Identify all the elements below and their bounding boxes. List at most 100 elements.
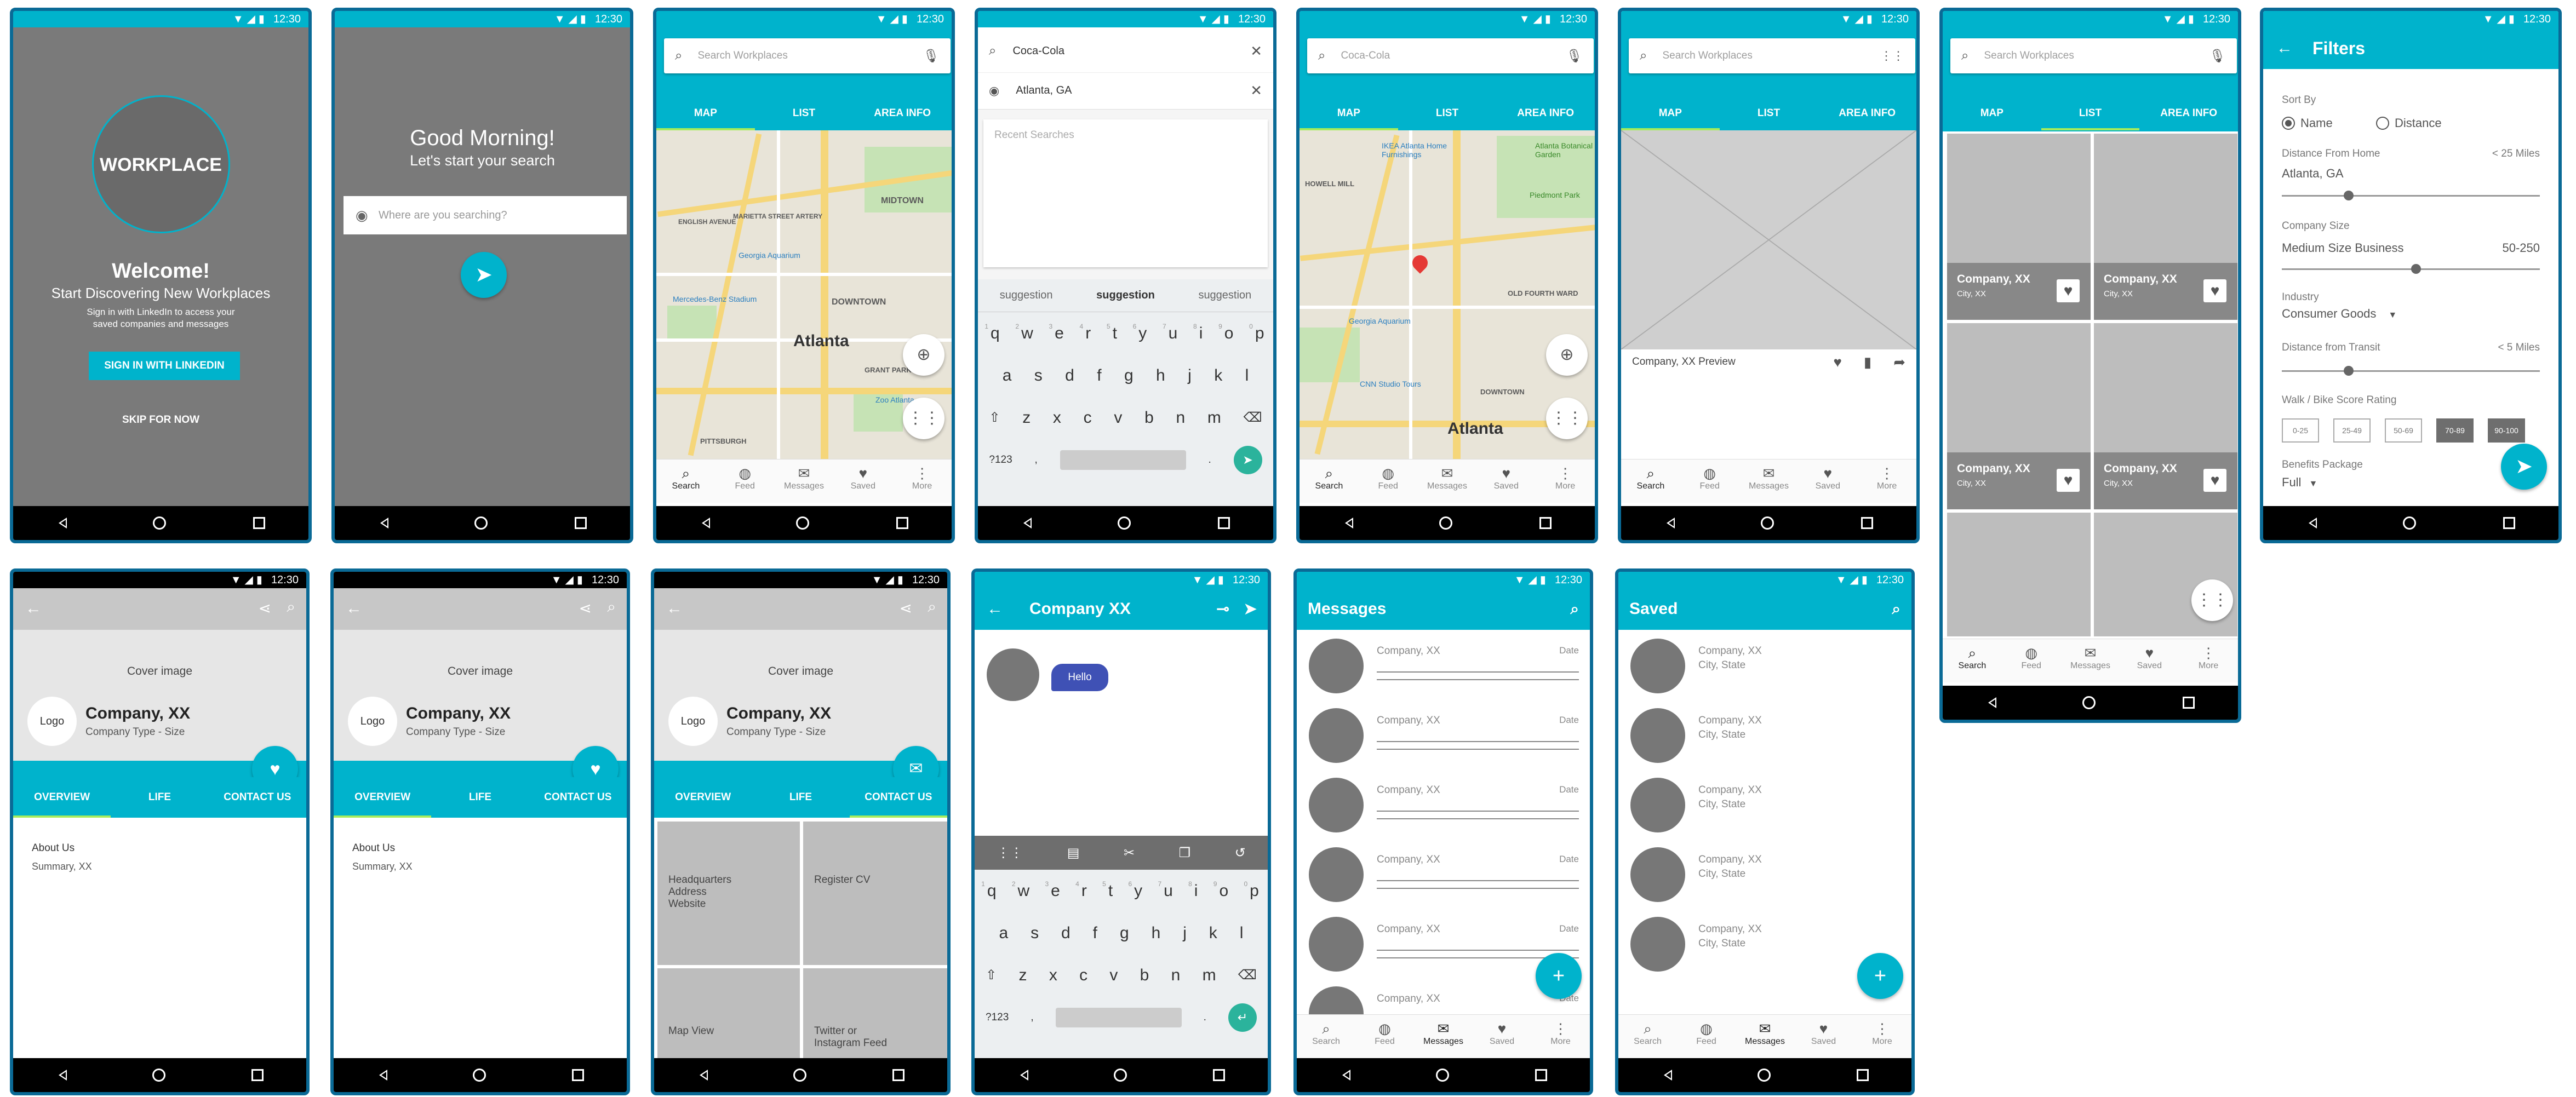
nav-saved[interactable]: ♥ Saved — [2120, 639, 2179, 682]
tab-map[interactable]: MAP — [1621, 96, 1720, 130]
nav-messages[interactable]: ✉ Messages — [775, 460, 834, 503]
share-icon[interactable]: ⋖ — [579, 599, 592, 617]
search-bar[interactable]: ⌕ Search Workplaces 🎙 — [664, 38, 951, 73]
heart-icon[interactable]: ♥ — [1833, 354, 1841, 371]
home-icon[interactable] — [472, 1069, 486, 1082]
send-icon[interactable]: ➤ — [1244, 588, 1257, 630]
back-arrow-icon[interactable]: ← — [2276, 27, 2293, 69]
contact-tile-register[interactable]: Register CV — [803, 822, 947, 965]
key-w[interactable]: 2w — [1012, 880, 1029, 900]
key-y[interactable]: 6y — [1133, 323, 1147, 343]
company-card[interactable]: Company, XX City, XX ♥ — [2094, 323, 2237, 509]
home-distance-slider[interactable] — [2282, 191, 2540, 200]
search-bar[interactable]: ⌕ Search Workplaces ⋮⋮ — [1629, 38, 1915, 73]
home-icon[interactable] — [1113, 1069, 1127, 1082]
nav-search[interactable]: ⌕ Search — [1618, 1015, 1677, 1058]
cut-icon[interactable]: ✂ — [1124, 845, 1135, 861]
period-key[interactable]: . — [1208, 454, 1211, 466]
tab-overview[interactable]: OVERVIEW — [654, 777, 752, 818]
copy-icon[interactable]: ❐ — [1179, 845, 1191, 861]
home-icon[interactable] — [793, 1069, 806, 1082]
tab-list[interactable]: LIST — [1398, 96, 1497, 130]
clear-icon[interactable]: ✕ — [1250, 82, 1262, 99]
nav-search[interactable]: ⌕ Search — [1300, 460, 1359, 503]
key-o[interactable]: 9o — [1218, 323, 1233, 343]
key-q[interactable]: 1q — [981, 880, 996, 900]
benefits-dropdown[interactable]: Full ▼ — [2282, 475, 2317, 490]
recents-icon[interactable] — [1861, 517, 1873, 529]
recents-icon[interactable] — [1856, 1069, 1869, 1081]
key-p[interactable]: 0p — [1244, 880, 1258, 900]
mic-icon[interactable]: 🎙 — [923, 48, 940, 64]
contact-tile-map[interactable]: Map View — [657, 968, 800, 1066]
chip-25-49[interactable]: 25-49 — [2333, 418, 2371, 443]
nav-more[interactable]: ⋮ More — [1531, 1015, 1590, 1058]
tab-overview[interactable]: OVERVIEW — [334, 777, 432, 818]
tab-list[interactable]: LIST — [2041, 96, 2140, 130]
comma-key[interactable]: , — [1031, 1012, 1033, 1024]
home-icon[interactable] — [1761, 516, 1774, 530]
numbers-key[interactable]: ?123 — [989, 454, 1012, 466]
nav-messages[interactable]: ✉ Messages — [1418, 460, 1477, 503]
key-j[interactable]: j — [1188, 366, 1192, 385]
tab-map[interactable]: MAP — [656, 96, 755, 130]
contact-tile-address[interactable]: Headquarters Address Website — [657, 822, 800, 965]
key-m[interactable]: m — [1203, 966, 1216, 985]
tab-area-info[interactable]: AREA INFO — [853, 96, 952, 130]
industry-dropdown[interactable]: Consumer Goods ▼ — [2282, 307, 2397, 321]
mic-icon[interactable]: 🎙 — [2209, 48, 2226, 64]
saved-row[interactable]: Company, XX City, State — [1618, 631, 1911, 700]
chip-50-69[interactable]: 50-69 — [2385, 418, 2422, 443]
shift-icon[interactable]: ⇧ — [986, 967, 997, 983]
saved-row[interactable]: Company, XX City, State — [1618, 840, 1911, 909]
back-icon[interactable] — [700, 516, 711, 530]
key-b[interactable]: b — [1140, 966, 1149, 985]
saved-row[interactable]: Company, XX City, State — [1618, 770, 1911, 840]
query-field[interactable]: ⌕ Coca-Cola ✕ — [978, 33, 1273, 69]
back-arrow-icon[interactable]: ← — [987, 588, 1003, 630]
company-card[interactable]: Company, XX City, XX ♥ — [2094, 134, 2237, 320]
grid-icon[interactable]: ⋮⋮ — [1880, 49, 1904, 63]
suggestion-1[interactable]: suggestion — [1000, 289, 1053, 302]
home-icon[interactable] — [1439, 516, 1453, 530]
key-v[interactable]: v — [1109, 966, 1118, 985]
key-b[interactable]: b — [1144, 409, 1154, 427]
key-f[interactable]: f — [1097, 366, 1101, 385]
tab-contact-us[interactable]: CONTACT US — [849, 777, 947, 818]
share-icon[interactable]: ⋖ — [900, 599, 912, 617]
back-icon[interactable] — [1021, 516, 1032, 530]
saved-row[interactable]: Company, XX City, State — [1618, 700, 1911, 770]
nav-feed[interactable]: ◍ Feed — [1677, 1015, 1736, 1058]
key-m[interactable]: m — [1207, 409, 1221, 427]
recents-icon[interactable] — [1539, 517, 1552, 529]
home-icon[interactable] — [474, 516, 488, 530]
key-g[interactable]: g — [1120, 924, 1129, 943]
mic-icon[interactable]: 🎙 — [1566, 48, 1583, 64]
add-saved-button[interactable]: + — [1857, 953, 1903, 999]
space-key[interactable] — [1055, 1007, 1182, 1027]
search-icon[interactable]: ⌕ — [1892, 588, 1900, 630]
key-z[interactable]: z — [1019, 966, 1027, 985]
recents-icon[interactable] — [251, 1069, 264, 1081]
recents-icon[interactable] — [253, 517, 265, 529]
linkedin-signin-button[interactable]: SIGN IN WITH LINKEDIN — [89, 352, 240, 380]
tab-contact-us[interactable]: CONTACT US — [209, 777, 306, 818]
search-icon[interactable]: ⌕ — [928, 598, 936, 616]
recents-icon[interactable] — [892, 1069, 905, 1081]
grid-button[interactable]: ⋮⋮ — [1546, 398, 1588, 439]
grid-button[interactable]: ⋮⋮ — [903, 398, 944, 439]
search-bar[interactable]: ⌕ Search Workplaces 🎙 — [1950, 38, 2237, 73]
home-icon[interactable] — [2403, 516, 2417, 530]
grid-button[interactable]: ⋮⋮ — [2191, 579, 2233, 621]
key-h[interactable]: h — [1152, 924, 1161, 943]
back-icon[interactable] — [1340, 1069, 1350, 1082]
key-a[interactable]: a — [999, 924, 1008, 943]
clipboard-icon[interactable]: ▤ — [1067, 845, 1080, 861]
map-view[interactable]: IKEA Atlanta Home Furnishings Piedmont P… — [1300, 130, 1595, 459]
recents-icon[interactable] — [896, 517, 908, 529]
key-l[interactable]: l — [1245, 366, 1249, 385]
key-i[interactable]: 8i — [1193, 323, 1203, 343]
recents-icon[interactable] — [1212, 1069, 1225, 1081]
home-icon[interactable] — [2082, 696, 2096, 709]
nav-search[interactable]: ⌕ Search — [656, 460, 715, 503]
